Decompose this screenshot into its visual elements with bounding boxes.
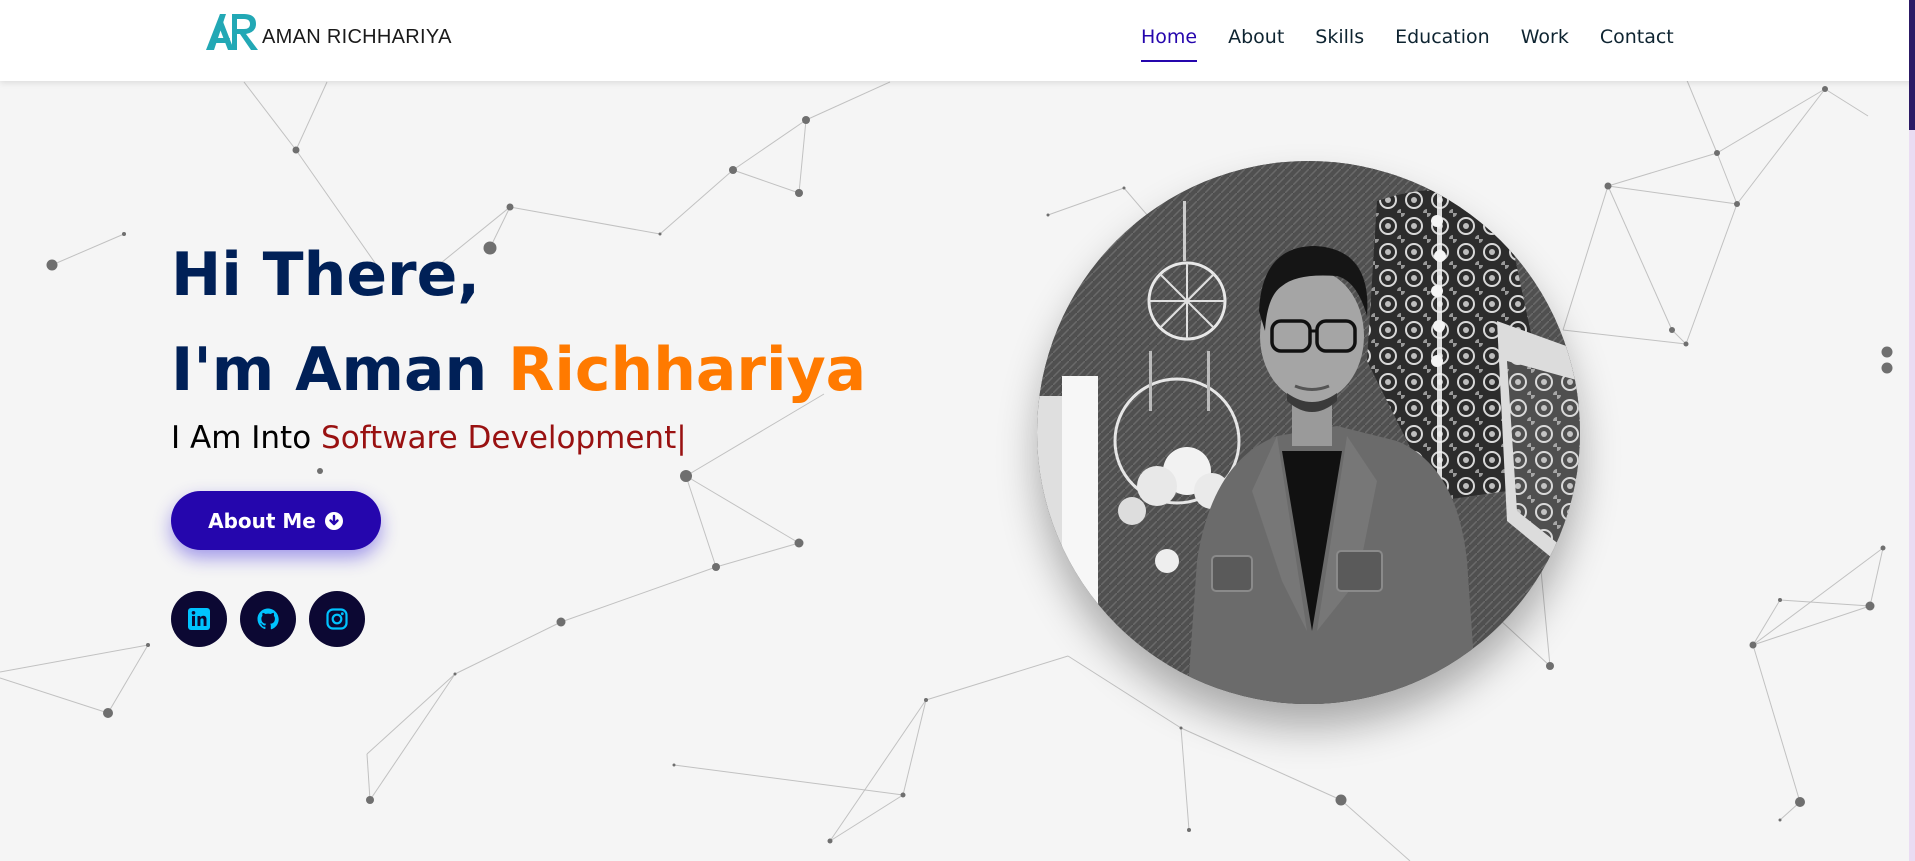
profile-photo-image: [1037, 161, 1580, 704]
social-links: [171, 591, 378, 647]
arrow-down-circle-icon: [324, 511, 343, 530]
typing-cursor: |: [676, 420, 687, 456]
hero-heading: Hi There, I'm Aman Richhariya: [171, 228, 866, 418]
linkedin-icon: [188, 608, 210, 630]
instagram-icon: [326, 608, 348, 630]
greeting-name-prefix: I'm Aman: [171, 335, 509, 405]
nav-about-link[interactable]: About: [1228, 26, 1284, 62]
instagram-link[interactable]: [309, 591, 365, 647]
about-me-button[interactable]: About Me: [171, 491, 381, 550]
greeting-line-1: Hi There,: [171, 240, 481, 310]
scrollbar-thumb[interactable]: [1909, 0, 1915, 130]
site-logo[interactable]: AMAN RICHHARIYA: [204, 12, 452, 52]
typed-prefix: I Am Into: [171, 420, 322, 456]
nav-work-link[interactable]: Work: [1521, 26, 1569, 62]
nav-education-link[interactable]: Education: [1395, 26, 1490, 62]
logo-text: AMAN RICHHARIYA: [262, 25, 452, 48]
linkedin-link[interactable]: [171, 591, 227, 647]
github-link[interactable]: [240, 591, 296, 647]
hero-section: Hi There, I'm Aman Richhariya I Am Into …: [0, 81, 1915, 861]
ar-logo-mark: [206, 14, 258, 50]
nav-contact-link[interactable]: Contact: [1600, 26, 1674, 62]
typed-tagline: I Am Into Software Development|: [171, 420, 687, 456]
about-me-button-label: About Me: [208, 508, 316, 533]
nav-home-link[interactable]: Home: [1141, 26, 1198, 62]
main-nav: Home About Skills Education Work Contact: [1141, 26, 1674, 62]
typed-role: Software Development: [321, 420, 677, 456]
scrollbar[interactable]: [1909, 0, 1915, 861]
top-navbar: AMAN RICHHARIYA Home About Skills Educat…: [0, 0, 1915, 81]
greeting-name-accent: Richhariya: [508, 335, 867, 405]
github-icon: [257, 608, 279, 630]
profile-photo: [1037, 161, 1580, 704]
nav-skills-link[interactable]: Skills: [1315, 26, 1364, 62]
